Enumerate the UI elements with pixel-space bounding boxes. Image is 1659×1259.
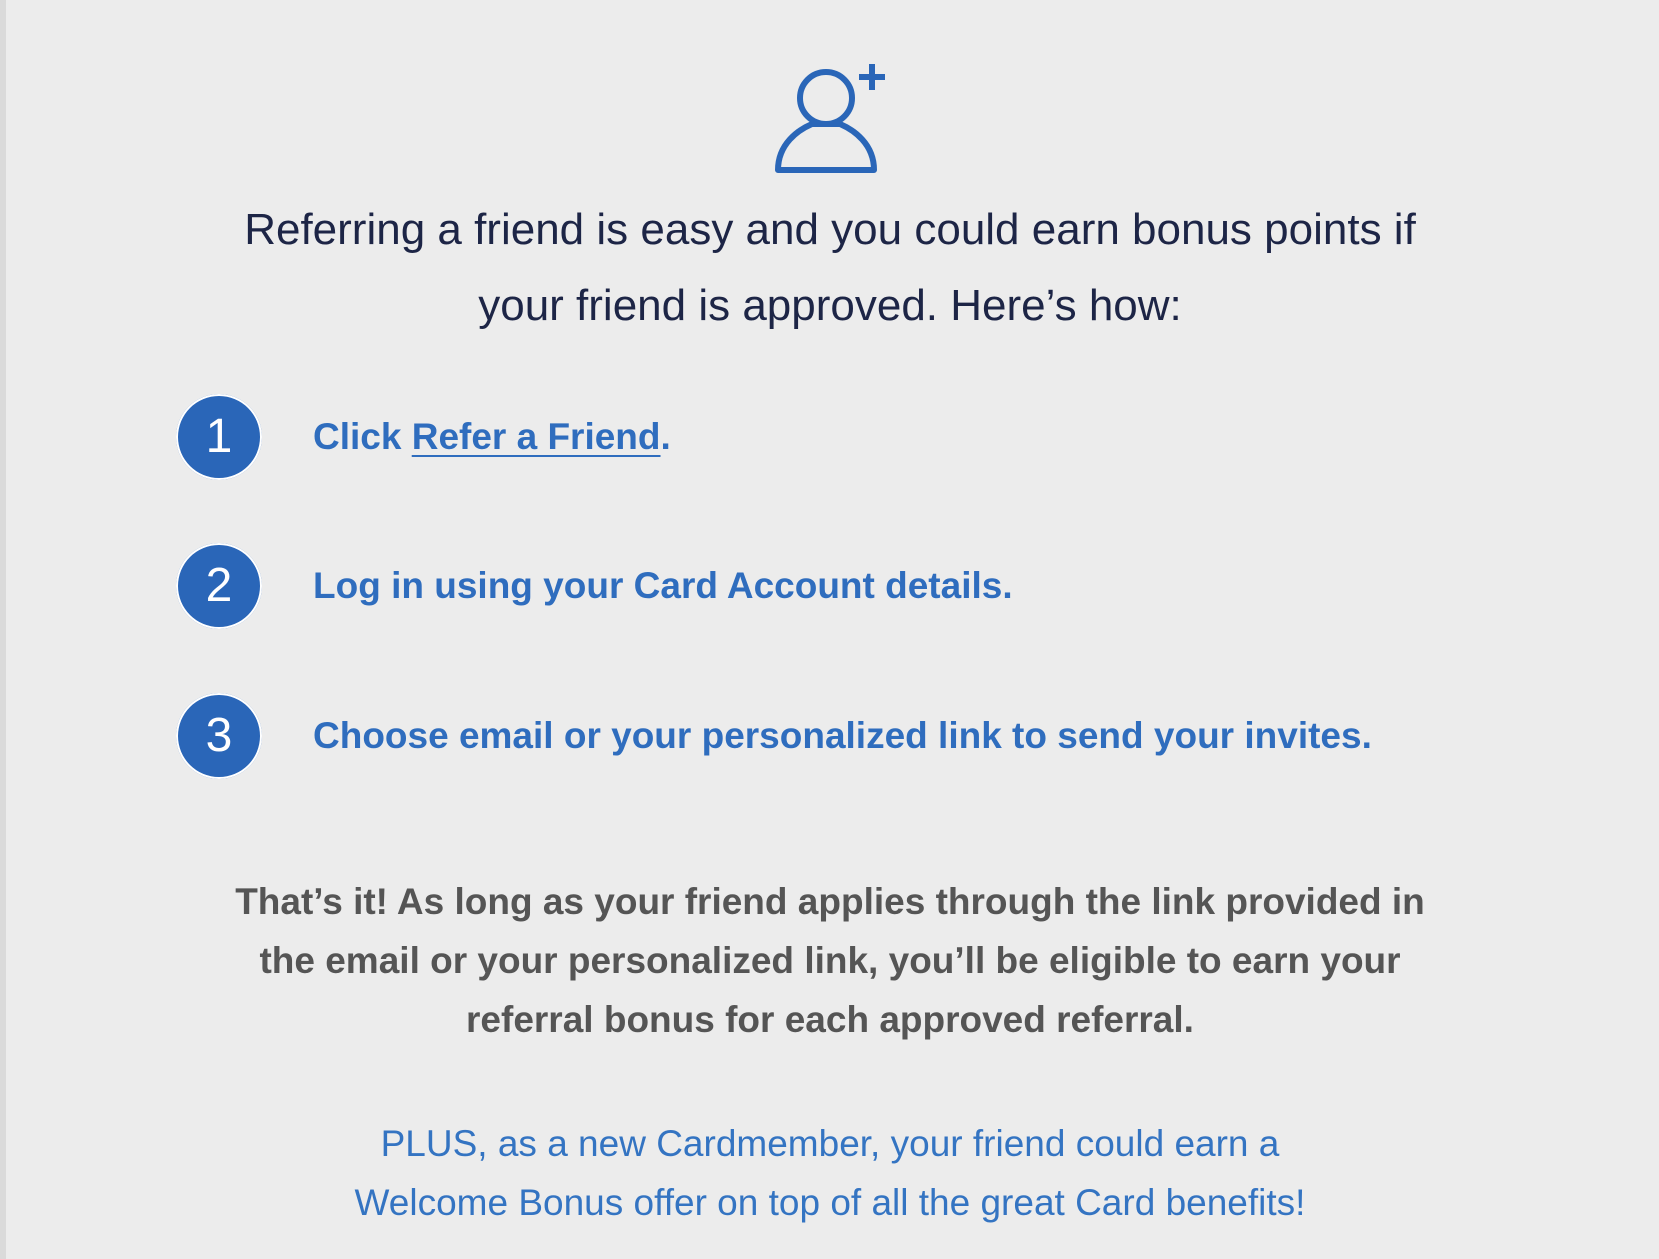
plus-offer-text: PLUS, as a new Cardmember, your friend c… (150, 1114, 1510, 1232)
step-2: 2 Log in using your Card Account details… (176, 543, 1576, 631)
intro-line: your friend is approved. Here’s how: (478, 281, 1182, 330)
step-number-badge: 2 (176, 543, 262, 629)
step-number-badge: 1 (176, 394, 262, 480)
step-1: 1 Click Refer a Friend. (176, 394, 1576, 482)
outro-line: That’s it! As long as your friend applie… (235, 881, 1425, 922)
left-border (0, 0, 6, 1259)
refer-a-friend-link[interactable]: Refer a Friend (412, 416, 661, 457)
plus-line: PLUS, as a new Cardmember, your friend c… (380, 1123, 1280, 1164)
step-3: 3 Choose email or your personalized link… (176, 693, 1576, 781)
step-suffix: . (660, 416, 671, 457)
step-prefix: Click (313, 416, 412, 457)
outro-text: That’s it! As long as your friend applie… (150, 872, 1510, 1049)
intro-text: Referring a friend is easy and you could… (150, 192, 1510, 344)
add-user-icon (770, 58, 894, 178)
step-number-badge: 3 (176, 693, 262, 779)
outro-line: referral bonus for each approved referra… (466, 999, 1194, 1040)
intro-line: Referring a friend is easy and you could… (244, 205, 1416, 254)
step-text: Choose email or your personalized link t… (313, 715, 1372, 756)
step-text: Log in using your Card Account details. (313, 565, 1013, 606)
plus-line: Welcome Bonus offer on top of all the gr… (354, 1182, 1306, 1223)
outro-line: the email or your personalized link, you… (259, 940, 1401, 981)
step-text: Click Refer a Friend. (313, 394, 671, 480)
